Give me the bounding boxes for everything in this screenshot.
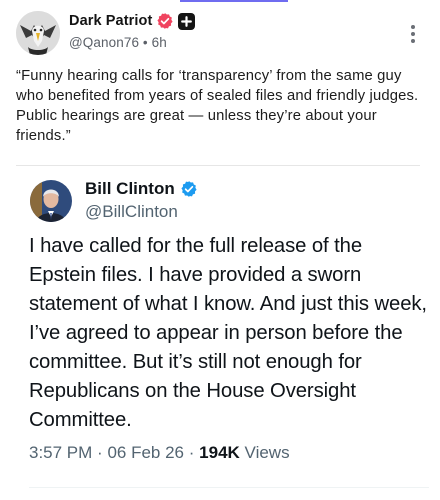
- verified-badge-icon: [157, 13, 173, 29]
- portrait-avatar-icon: [30, 180, 72, 222]
- author-avatar[interactable]: [16, 11, 60, 55]
- quoted-post-date[interactable]: 06 Feb 26: [107, 443, 184, 462]
- author-block: Dark Patriot @Qanon76 • 6h: [69, 11, 196, 50]
- quoted-post-meta: 3:57 PM · 06 Feb 26 · 194K Views: [29, 443, 290, 463]
- views-count: 194K: [199, 443, 240, 462]
- quoted-post-text: I have called for the full release of th…: [29, 235, 427, 431]
- verified-check-icon: [181, 181, 197, 197]
- quoted-author-avatar[interactable]: [30, 180, 72, 222]
- top-accent-bar: [180, 0, 288, 2]
- screenshot: Dark Patriot @Qanon76 • 6h “Funny hearin…: [0, 0, 440, 500]
- meta-separator: •: [142, 35, 148, 50]
- quoted-post-time[interactable]: 3:57 PM: [29, 443, 92, 462]
- post-body-text: “Funny hearing calls for ‘transparency’ …: [16, 68, 419, 144]
- post-header: Dark Patriot @Qanon76 • 6h: [16, 9, 424, 59]
- post-age: 6h: [151, 35, 167, 50]
- author-handle[interactable]: @Qanon76: [69, 35, 139, 50]
- quoted-author-name-row: Bill Clinton: [85, 178, 198, 200]
- bottom-divider: [29, 487, 429, 488]
- quoted-author-block: Bill Clinton @BillClinton: [85, 178, 198, 222]
- author-display-name[interactable]: Dark Patriot: [69, 13, 152, 29]
- quote-divider: [16, 165, 420, 166]
- more-vertical-icon[interactable]: [406, 23, 420, 45]
- views-label: Views: [244, 443, 290, 462]
- meta-dot: ·: [188, 443, 195, 462]
- author-meta-row: @Qanon76 • 6h: [69, 35, 195, 50]
- eagle-avatar-icon: [16, 11, 60, 55]
- plus-badge-icon: [178, 12, 196, 30]
- quoted-author-name[interactable]: Bill Clinton: [85, 179, 175, 199]
- author-name-row: Dark Patriot: [69, 11, 196, 31]
- quoted-author-handle[interactable]: @BillClinton: [85, 202, 198, 222]
- meta-dot: ·: [97, 443, 103, 462]
